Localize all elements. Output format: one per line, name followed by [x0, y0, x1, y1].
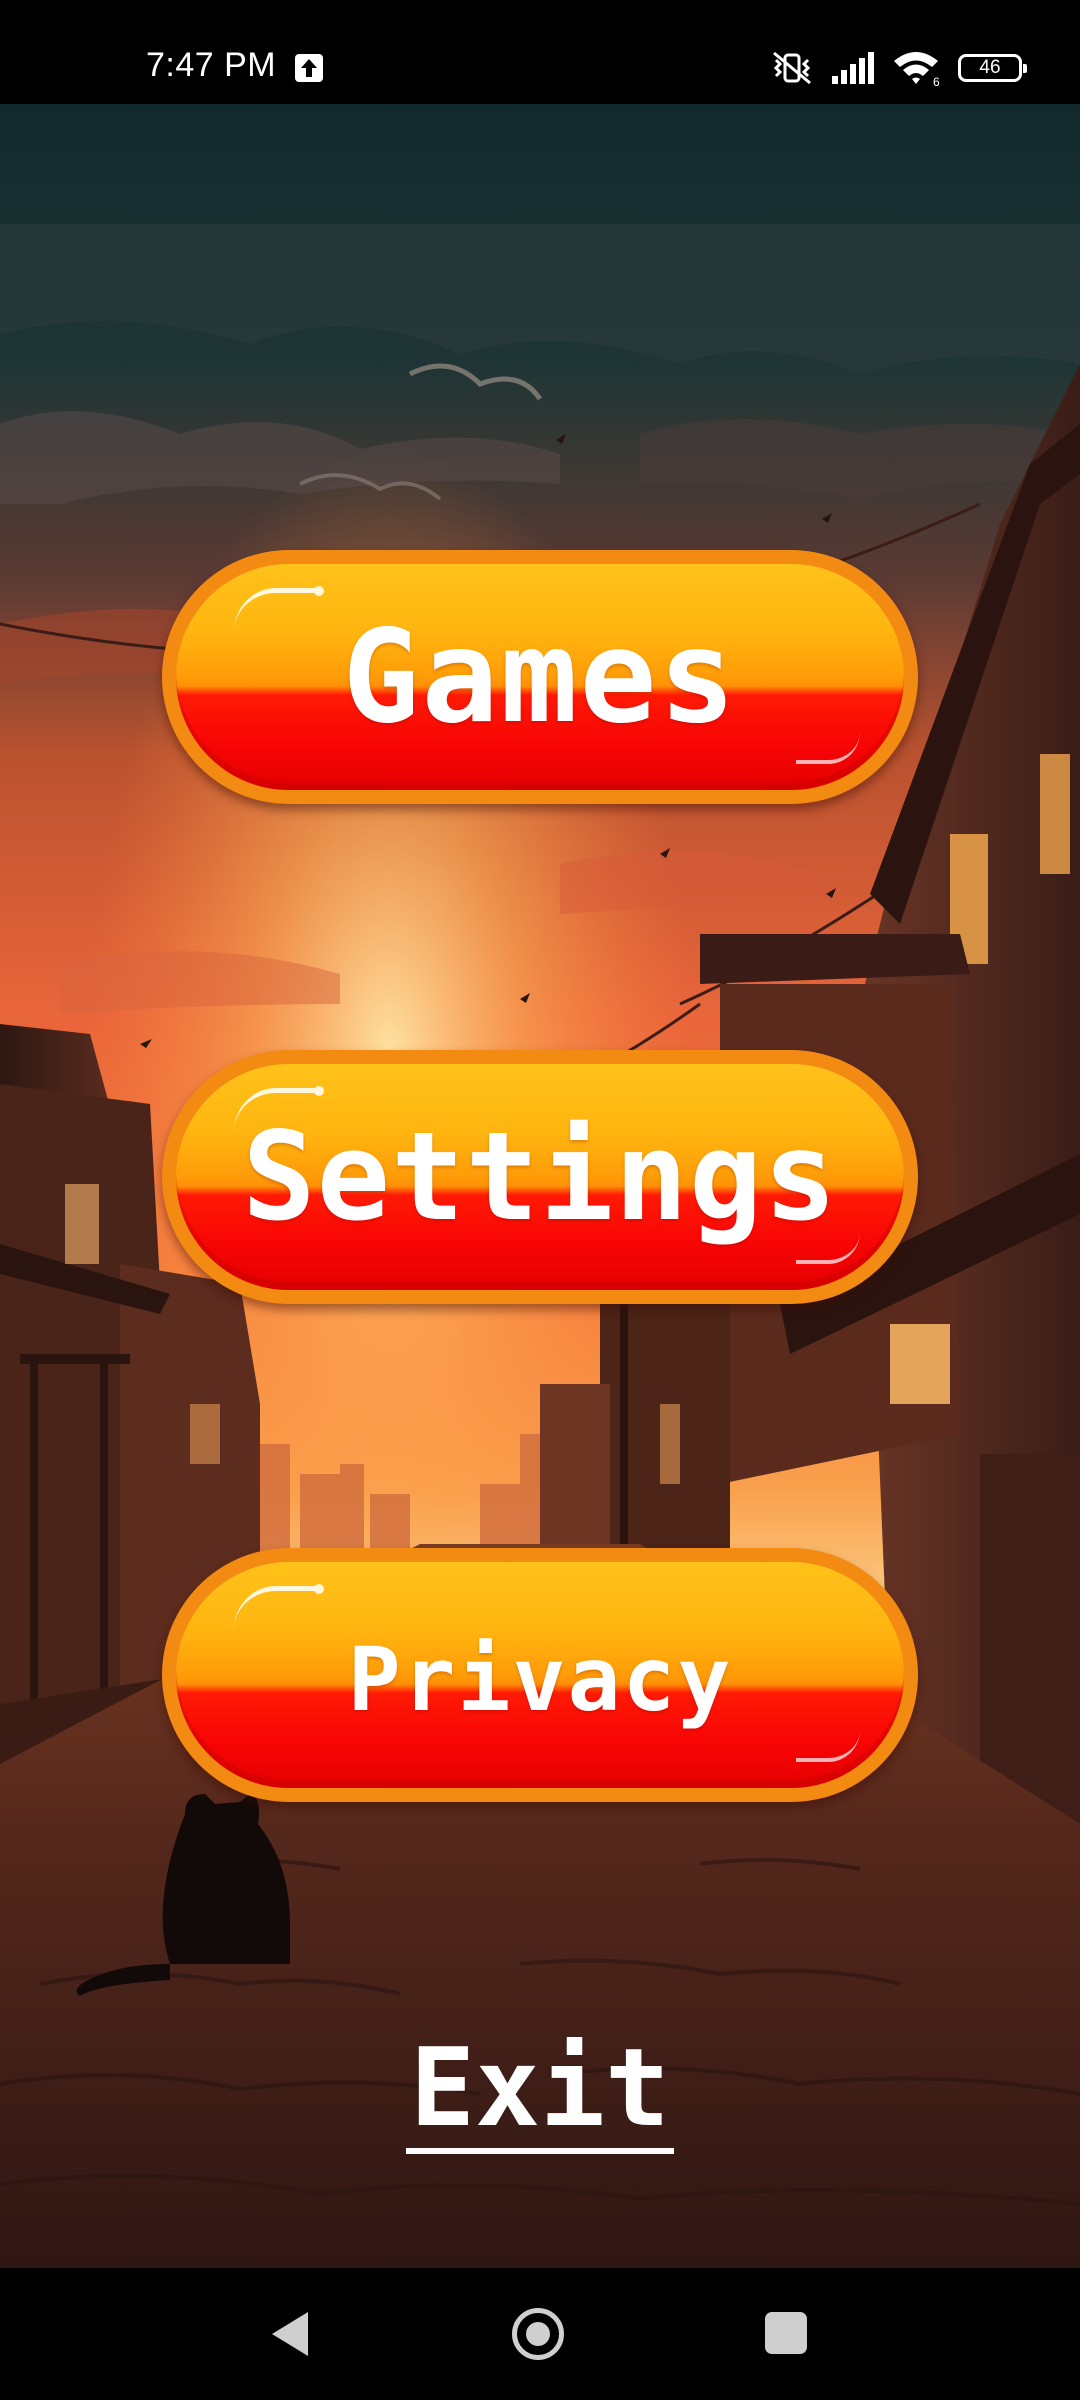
status-bar: 7:47 PM 6 46	[0, 0, 1080, 104]
recents-square-icon[interactable]	[765, 2312, 807, 2354]
phone-screen: 7:47 PM 6 46 Games Settings Privacy Exit	[0, 0, 1080, 2400]
back-triangle-icon[interactable]	[272, 2312, 308, 2356]
cellular-signal-icon	[830, 52, 876, 84]
home-circle-icon[interactable]	[512, 2308, 564, 2360]
settings-button-label: Settings	[242, 1106, 838, 1248]
settings-button[interactable]: Settings	[162, 1050, 918, 1304]
status-icons: 6 46	[770, 48, 1027, 88]
games-button-label: Games	[342, 602, 738, 752]
privacy-button-label: Privacy	[347, 1627, 733, 1731]
settings-button-face: Settings	[176, 1064, 904, 1290]
games-button-face: Games	[176, 564, 904, 790]
exit-link-container: Exit	[0, 2030, 1080, 2154]
svg-text:6: 6	[933, 75, 940, 87]
privacy-button-face: Privacy	[176, 1562, 904, 1788]
privacy-button[interactable]: Privacy	[162, 1548, 918, 1802]
exit-link[interactable]: Exit	[405, 2030, 675, 2154]
games-button[interactable]: Games	[162, 550, 918, 804]
vibrate-off-icon	[770, 50, 814, 86]
battery-indicator: 46	[958, 54, 1027, 82]
status-time: 7:47 PM	[146, 46, 277, 84]
upload-arrow-icon	[295, 54, 323, 82]
wifi-icon: 6	[892, 49, 942, 87]
system-navigation-bar	[0, 2268, 1080, 2400]
